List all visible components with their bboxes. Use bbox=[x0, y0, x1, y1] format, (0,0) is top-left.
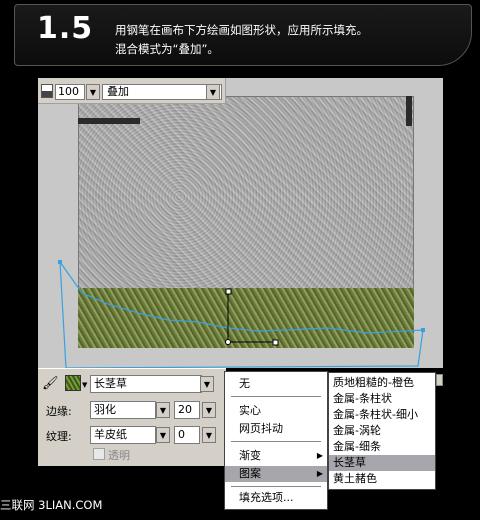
texture-select[interactable]: 羊皮纸 bbox=[90, 426, 156, 444]
transparent-checkbox[interactable] bbox=[93, 448, 105, 460]
chevron-down-icon: ▼ bbox=[203, 379, 211, 389]
menu-item-fill-options[interactable]: 填充选项... bbox=[225, 490, 327, 506]
texture-amount-input[interactable]: 0 bbox=[174, 426, 200, 444]
edge-label: 边缘: bbox=[46, 405, 72, 418]
texture-dropdown-button[interactable]: ▼ bbox=[156, 427, 170, 443]
pattern-item[interactable]: 金属-条柱状 bbox=[329, 391, 435, 407]
fill-type-menu-bottom: 填充选项... bbox=[224, 488, 328, 510]
chevron-down-icon: ▼ bbox=[205, 405, 213, 415]
bezier-handle[interactable] bbox=[225, 288, 232, 295]
pen-path-overlay[interactable] bbox=[38, 78, 443, 368]
pattern-item[interactable]: 质地粗糙的-橙色 bbox=[329, 375, 435, 391]
texture-value: 羊皮纸 bbox=[94, 428, 127, 441]
chevron-down-icon: ▼ bbox=[205, 430, 213, 440]
menu-item-gradient-label: 渐变 bbox=[239, 449, 261, 462]
menu-separator bbox=[231, 486, 321, 487]
menu-item-web-dither[interactable]: 网页抖动 bbox=[225, 421, 327, 437]
blend-mode-value: 叠加 bbox=[107, 85, 129, 98]
edge-amount-dropdown-button[interactable]: ▼ bbox=[202, 402, 216, 418]
edge-amount-input[interactable]: 20 bbox=[174, 401, 200, 419]
fill-type-value: 长茎草 bbox=[94, 377, 127, 390]
chevron-right-icon: ▶ bbox=[316, 451, 323, 460]
anchor-point[interactable] bbox=[421, 328, 425, 332]
chevron-down-icon: ▼ bbox=[82, 381, 88, 389]
fill-type-menu: 无 实心 网页抖动 渐变 ▶ 图案 ▶ bbox=[224, 371, 328, 495]
watermark: 三联网 3LIAN.COM bbox=[0, 498, 103, 512]
menu-separator bbox=[231, 441, 321, 442]
transparent-label: 透明 bbox=[108, 449, 130, 462]
chevron-down-icon: ▼ bbox=[159, 430, 167, 440]
pattern-submenu: 质地粗糙的-橙色 金属-条柱状 金属-条柱状-细小 金属-涡轮 金属-细条 长茎… bbox=[328, 372, 436, 490]
fill-type-dropdown-button[interactable]: ▼ bbox=[200, 376, 214, 392]
menu-item-pattern-label: 图案 bbox=[239, 467, 261, 480]
texture-amount-dropdown-button[interactable]: ▼ bbox=[202, 427, 216, 443]
menu-item-solid[interactable]: 实心 bbox=[225, 403, 327, 419]
fill-pattern-swatch[interactable] bbox=[65, 375, 81, 391]
anchor-point[interactable] bbox=[225, 339, 231, 345]
menu-separator bbox=[231, 396, 321, 397]
instruction-line-2: 混合模式为“叠加”。 bbox=[115, 42, 219, 56]
pattern-item[interactable]: 金属-细条 bbox=[329, 439, 435, 455]
opacity-input[interactable]: 100 bbox=[55, 84, 85, 100]
edge-dropdown-button[interactable]: ▼ bbox=[156, 402, 170, 418]
texture-label: 纹理: bbox=[46, 430, 72, 443]
menu-item-pattern[interactable]: 图案 ▶ bbox=[225, 466, 327, 482]
edge-select[interactable]: 羽化 bbox=[90, 401, 156, 419]
pattern-item-selected[interactable]: 长茎草 bbox=[329, 455, 435, 471]
pattern-item[interactable]: 金属-条柱状-细小 bbox=[329, 407, 435, 423]
fill-type-select[interactable]: 长茎草 bbox=[90, 375, 202, 393]
instruction-line-1: 用钢笔在画布下方绘画如图形状，应用所示填充。 bbox=[115, 23, 368, 37]
menu-item-none[interactable]: 无 bbox=[225, 376, 327, 392]
paint-bucket-icon[interactable]: 🖌 bbox=[42, 376, 59, 391]
chevron-right-icon: ▶ bbox=[316, 469, 323, 478]
chevron-down-icon: ▼ bbox=[209, 87, 217, 97]
blend-toolbar: 100 ▼ 叠加 ▼ bbox=[38, 78, 226, 104]
pattern-item[interactable]: 金属-涡轮 bbox=[329, 423, 435, 439]
pattern-item[interactable]: 黄土赭色 bbox=[329, 471, 435, 487]
instruction-text: 用钢笔在画布下方绘画如图形状，应用所示填充。 混合模式为“叠加”。 bbox=[115, 21, 368, 59]
bezier-handle[interactable] bbox=[272, 339, 279, 346]
edge-value: 羽化 bbox=[94, 403, 116, 416]
submenu-scroll-arrow[interactable] bbox=[436, 374, 443, 386]
opacity-icon bbox=[41, 84, 53, 98]
opacity-dropdown-button[interactable]: ▼ bbox=[86, 84, 100, 100]
chevron-down-icon: ▼ bbox=[159, 405, 167, 415]
instruction-banner: 1.5 用钢笔在画布下方绘画如图形状，应用所示填充。 混合模式为“叠加”。 bbox=[14, 4, 472, 66]
blend-mode-dropdown-button[interactable]: ▼ bbox=[206, 84, 220, 100]
blend-mode-select[interactable]: 叠加 bbox=[102, 84, 222, 100]
canvas-area: 100 ▼ 叠加 ▼ bbox=[38, 78, 443, 368]
fill-properties-panel: 🖌 ▼ 长茎草 ▼ 边缘: 羽化 ▼ 20 ▼ 纹理: 羊皮纸 ▼ 0 ▼ 透明 bbox=[38, 368, 226, 466]
step-number: 1.5 bbox=[37, 11, 94, 46]
pen-path[interactable] bbox=[59, 261, 424, 368]
chevron-down-icon: ▼ bbox=[89, 87, 97, 97]
menu-item-gradient[interactable]: 渐变 ▶ bbox=[225, 448, 327, 464]
anchor-point[interactable] bbox=[58, 260, 62, 264]
